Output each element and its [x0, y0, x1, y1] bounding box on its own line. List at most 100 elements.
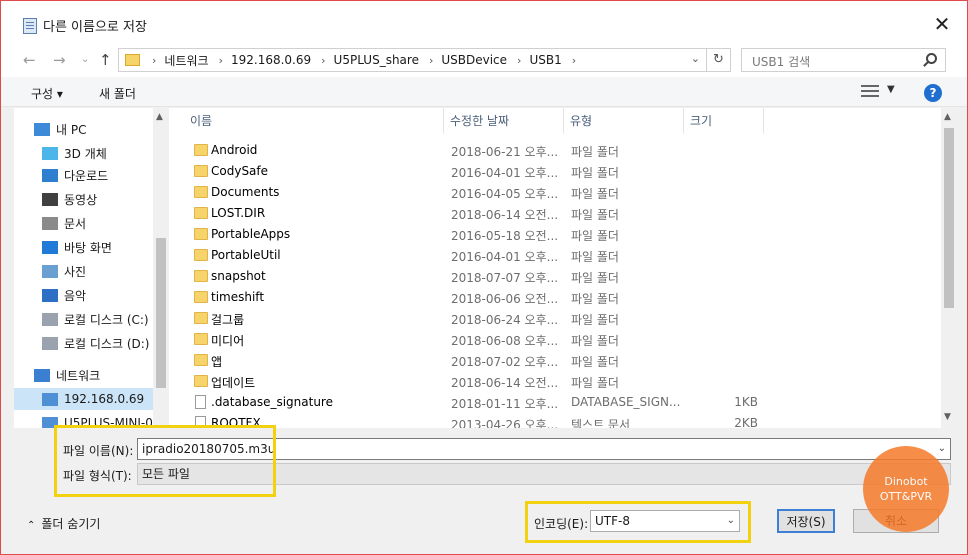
file-date: 2016-04-01 오후... [451, 166, 559, 180]
navigation-scrollbar[interactable]: ▲ [153, 108, 169, 428]
nav-item[interactable]: 3D 개체 [14, 142, 154, 164]
close-button[interactable]: ✕ [931, 13, 953, 35]
file-name: CodySafe [211, 164, 269, 178]
navigation-pane: 내 PC 3D 개체다운로드동영상문서 바탕 화면사진음악로컬 디스크 (C:) 로컬… [14, 108, 169, 428]
chevron-down-icon[interactable]: ⌄ [938, 439, 946, 459]
folder-icon [194, 291, 208, 303]
file-name: LOST.DIR [211, 206, 266, 220]
nav-item[interactable]: 다운로드 [14, 164, 154, 186]
drive-icon [42, 312, 58, 326]
breadcrumb-separator: › [571, 53, 577, 67]
new-folder-button[interactable]: 새 폴더 [99, 85, 136, 102]
folder-icon [194, 270, 208, 282]
file-date: 2018-06-14 오전... [451, 376, 559, 390]
forward-arrow-icon[interactable]: → [53, 51, 66, 69]
nav-item[interactable]: 192.168.0.69 [14, 388, 154, 410]
scroll-thumb[interactable] [156, 238, 166, 388]
nav-item[interactable]: 문서 [14, 212, 154, 234]
video-icon [42, 192, 58, 206]
file-row[interactable]: timeshift 2018-06-06 오전... 파일 폴더 [169, 287, 941, 308]
nav-item[interactable]: 음악 [14, 284, 154, 306]
hide-folders-toggle[interactable]: ⌃ 폴더 숨기기 [27, 515, 100, 532]
nav-item-label: 사진 [64, 264, 87, 279]
file-list-scrollbar[interactable]: ▲ ▼ [941, 108, 957, 428]
drive-icon [42, 336, 58, 350]
file-type: 파일 폴더 [571, 355, 619, 369]
file-date: 2018-06-06 오전... [451, 292, 559, 306]
file-row[interactable]: LOST.DIR 2018-06-14 오전... 파일 폴더 [169, 203, 941, 224]
file-row[interactable]: CodySafe 2016-04-01 오후... 파일 폴더 [169, 161, 941, 182]
nav-item[interactable]: 내 PC [14, 118, 154, 140]
file-type: 파일 폴더 [571, 208, 619, 222]
breadcrumb-host[interactable]: 192.168.0.69 [231, 53, 311, 67]
file-row[interactable]: snapshot 2018-07-07 오후... 파일 폴더 [169, 266, 941, 287]
file-type: 파일 폴더 [571, 334, 619, 348]
search-input[interactable]: USB1 검색 [741, 48, 946, 72]
nav-item-label: 동영상 [64, 192, 98, 207]
nav-item[interactable]: 로컬 디스크 (D:) [14, 332, 154, 354]
file-row[interactable]: 걸그룹 2018-06-24 오후... 파일 폴더 [169, 308, 941, 329]
breadcrumb-usb1[interactable]: USB1 [529, 53, 561, 67]
file-type: 텍스트 문서 [571, 418, 631, 428]
nav-item-label: 음악 [64, 288, 87, 303]
file-type: 파일 폴더 [571, 187, 619, 201]
file-row[interactable]: 업데이트 2018-06-14 오전... 파일 폴더 [169, 371, 941, 392]
folder-icon [194, 186, 208, 198]
file-size: 1KB [734, 395, 758, 409]
toolbar: 구성 ▾ 새 폴더 ▼ ? [1, 77, 967, 107]
scroll-down-icon[interactable]: ▼ [944, 412, 951, 422]
column-header-type[interactable]: 유형 [564, 108, 684, 134]
chevron-up-icon: ⌃ [27, 520, 36, 531]
nav-item-label: 3D 개체 [64, 146, 107, 161]
file-date: 2016-05-18 오전... [451, 229, 559, 243]
file-row[interactable]: PortableUtil 2016-04-01 오후... 파일 폴더 [169, 245, 941, 266]
view-options-icon[interactable] [861, 85, 879, 97]
scroll-up-icon[interactable]: ▲ [944, 112, 951, 122]
column-header-name[interactable]: 이름 [184, 108, 444, 134]
breadcrumb-usbdevice[interactable]: USBDevice [441, 53, 507, 67]
highlight-box-filename [54, 425, 276, 497]
refresh-icon[interactable]: ↻ [706, 49, 730, 71]
recent-dropdown-icon[interactable]: ⌄ [81, 54, 89, 65]
breadcrumb-share[interactable]: U5PLUS_share [334, 53, 419, 67]
file-date: 2018-01-11 오후... [451, 397, 559, 411]
folder-icon [194, 144, 208, 156]
nav-item[interactable]: 동영상 [14, 188, 154, 210]
file-row[interactable]: 미디어 2018-06-08 오후... 파일 폴더 [169, 329, 941, 350]
computer-icon [42, 392, 58, 406]
help-icon[interactable]: ? [924, 84, 942, 102]
file-row[interactable]: Android 2018-06-21 오후... 파일 폴더 [169, 140, 941, 161]
column-header-date[interactable]: 수정한 날짜 [444, 108, 564, 134]
file-type: 파일 폴더 [571, 145, 619, 159]
file-row[interactable]: PortableApps 2016-05-18 오전... 파일 폴더 [169, 224, 941, 245]
file-row[interactable]: 앱 2018-07-02 오후... 파일 폴더 [169, 350, 941, 371]
nav-item[interactable]: 사진 [14, 260, 154, 282]
save-button[interactable]: 저장(S) [777, 509, 835, 533]
file-row[interactable]: Documents 2016-04-05 오후... 파일 폴더 [169, 182, 941, 203]
address-bar[interactable]: › 네트워크 › 192.168.0.69 › U5PLUS_share › U… [118, 48, 731, 72]
scroll-up-icon[interactable]: ▲ [156, 112, 163, 122]
nav-item[interactable]: 로컬 디스크 (C:) [14, 308, 154, 330]
organize-button[interactable]: 구성 ▾ [31, 85, 63, 102]
nav-item[interactable]: 바탕 화면 [14, 236, 154, 258]
document-icon [42, 216, 58, 230]
notepad-icon [23, 18, 37, 34]
nav-item[interactable]: 네트워크 [14, 364, 154, 386]
file-row[interactable]: ROOTFX 2013-04-26 오후... 텍스트 문서 2KB [169, 413, 941, 428]
desktop-icon [42, 240, 58, 254]
file-row[interactable]: .database_signature 2018-01-11 오후... DATAB… [169, 392, 941, 413]
file-type: DATABASE_SIGN... [571, 395, 681, 409]
file-date: 2016-04-01 오후... [451, 250, 559, 264]
file-name: .database_signature [211, 395, 333, 409]
back-arrow-icon[interactable]: ← [23, 51, 36, 69]
watermark-line2: OTT&PVR [879, 490, 933, 503]
column-header-size[interactable]: 크기 [684, 108, 764, 134]
folder-icon [194, 165, 208, 177]
scroll-thumb[interactable] [944, 128, 954, 308]
breadcrumb-network[interactable]: 네트워크 [164, 52, 208, 69]
view-dropdown-icon[interactable]: ▼ [887, 84, 895, 95]
file-name: PortableApps [211, 227, 291, 241]
address-dropdown-icon[interactable]: ⌄ [691, 52, 700, 65]
up-arrow-icon[interactable]: ↑ [99, 51, 112, 69]
file-name: PortableUtil [211, 248, 281, 262]
